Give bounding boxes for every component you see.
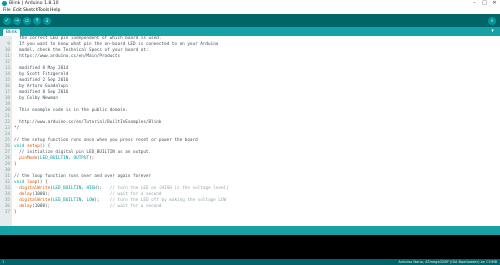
save-sketch-button[interactable]: ↓	[43, 17, 51, 25]
serial-monitor-button[interactable]: ⌕	[488, 17, 496, 25]
tab-blink[interactable]: Blink	[3, 29, 20, 36]
tab-bar: Blink ▾	[0, 27, 500, 36]
tab-menu-icon[interactable]: ▾	[488, 28, 497, 35]
arduino-app-icon	[2, 1, 7, 6]
menu-help[interactable]: Help	[50, 7, 60, 14]
verify-icon: ✓	[4, 18, 10, 24]
save-sketch-icon: ↓	[44, 18, 50, 24]
menu-bar: File Edit Sketch Tools Help	[0, 7, 500, 14]
open-sketch-button[interactable]: ↑	[33, 17, 41, 25]
arduino-ide-window: Blink | Arduino 1.8.10 – □ ✕ File Edit S…	[0, 0, 500, 265]
code-line: 37}	[0, 210, 500, 216]
status-line-number: 1	[2, 260, 5, 264]
editor-console-divider[interactable]	[0, 226, 500, 235]
serial-monitor-icon: ⌕	[490, 18, 494, 24]
toolbar: ✓ → ▫ ↑ ↓ ⌕	[0, 14, 500, 27]
open-sketch-icon: ↑	[34, 18, 40, 24]
menu-edit[interactable]: Edit	[13, 7, 22, 14]
upload-button[interactable]: →	[13, 17, 21, 25]
console-output	[0, 235, 500, 259]
status-board-info: Arduino Nano, ATmega328P (Old Bootloader…	[398, 260, 497, 264]
maximize-button[interactable]: □	[480, 0, 489, 7]
close-button[interactable]: ✕	[490, 0, 499, 7]
title-bar: Blink | Arduino 1.8.10 – □ ✕	[0, 0, 500, 7]
upload-icon: →	[14, 18, 20, 24]
code-editor[interactable]: the correct LED pin independent of which…	[0, 36, 500, 226]
menu-sketch[interactable]: Sketch	[23, 7, 38, 14]
status-bar: 1 Arduino Nano, ATmega328P (Old Bootload…	[0, 259, 500, 265]
window-title: Blink | Arduino 1.8.10	[9, 1, 59, 6]
code-text: }	[14, 210, 17, 215]
line-number: 37	[4, 210, 10, 215]
minimize-button[interactable]: –	[470, 0, 479, 7]
menu-file[interactable]: File	[3, 7, 11, 14]
verify-button[interactable]: ✓	[3, 17, 11, 25]
new-sketch-button[interactable]: ▫	[23, 17, 31, 25]
menu-tools[interactable]: Tools	[38, 7, 49, 14]
new-sketch-icon: ▫	[25, 18, 29, 24]
